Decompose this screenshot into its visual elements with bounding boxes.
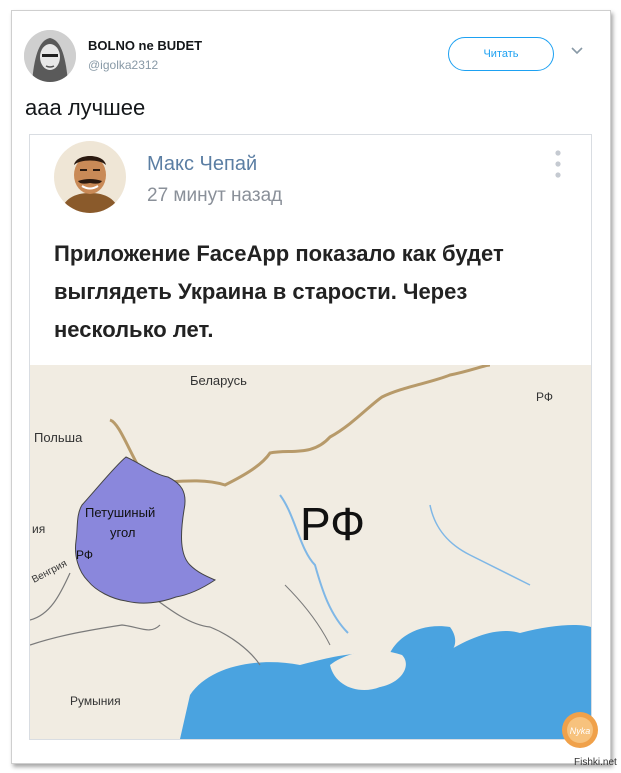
label-region-line2: угол bbox=[110, 525, 136, 540]
tweet-handle[interactable]: @igolka2312 bbox=[88, 58, 158, 72]
vk-post-time[interactable]: 27 минут назад bbox=[147, 185, 282, 207]
label-region-line1: Петушиный bbox=[85, 505, 155, 520]
label-rf-big: РФ bbox=[300, 498, 365, 550]
nyka-badge-icon: Nyka bbox=[562, 712, 598, 748]
embedded-vk-post: Макс Чепай 27 минут назад Приложение Fac… bbox=[29, 134, 592, 740]
label-rf-corner: РФ bbox=[536, 390, 553, 404]
follow-button[interactable]: Читать bbox=[448, 37, 554, 71]
vk-post-text: Приложение FaceApp показало как будет вы… bbox=[54, 241, 504, 342]
more-options-icon[interactable] bbox=[554, 149, 562, 179]
label-rf-small: РФ bbox=[76, 548, 93, 562]
label-slovakia-cut: ия bbox=[32, 522, 45, 536]
tweet-display-name[interactable]: BOLNO ne BUDET bbox=[88, 38, 202, 53]
vk-author-name[interactable]: Макс Чепай bbox=[147, 153, 257, 176]
map-image: Беларусь Польша РФ РФ Петушиный угол ия … bbox=[30, 365, 591, 739]
label-poland: Польша bbox=[34, 430, 83, 445]
label-belarus: Беларусь bbox=[190, 373, 247, 388]
tweet-text: ааа лучшее bbox=[25, 95, 146, 120]
tweet-avatar[interactable] bbox=[24, 30, 76, 82]
chevron-down-icon[interactable] bbox=[570, 44, 584, 58]
watermark-site: Fishki.net bbox=[574, 757, 617, 768]
svg-text:Nyka: Nyka bbox=[570, 726, 591, 736]
label-romania: Румыния bbox=[70, 694, 121, 708]
vk-author-avatar[interactable] bbox=[54, 141, 126, 213]
